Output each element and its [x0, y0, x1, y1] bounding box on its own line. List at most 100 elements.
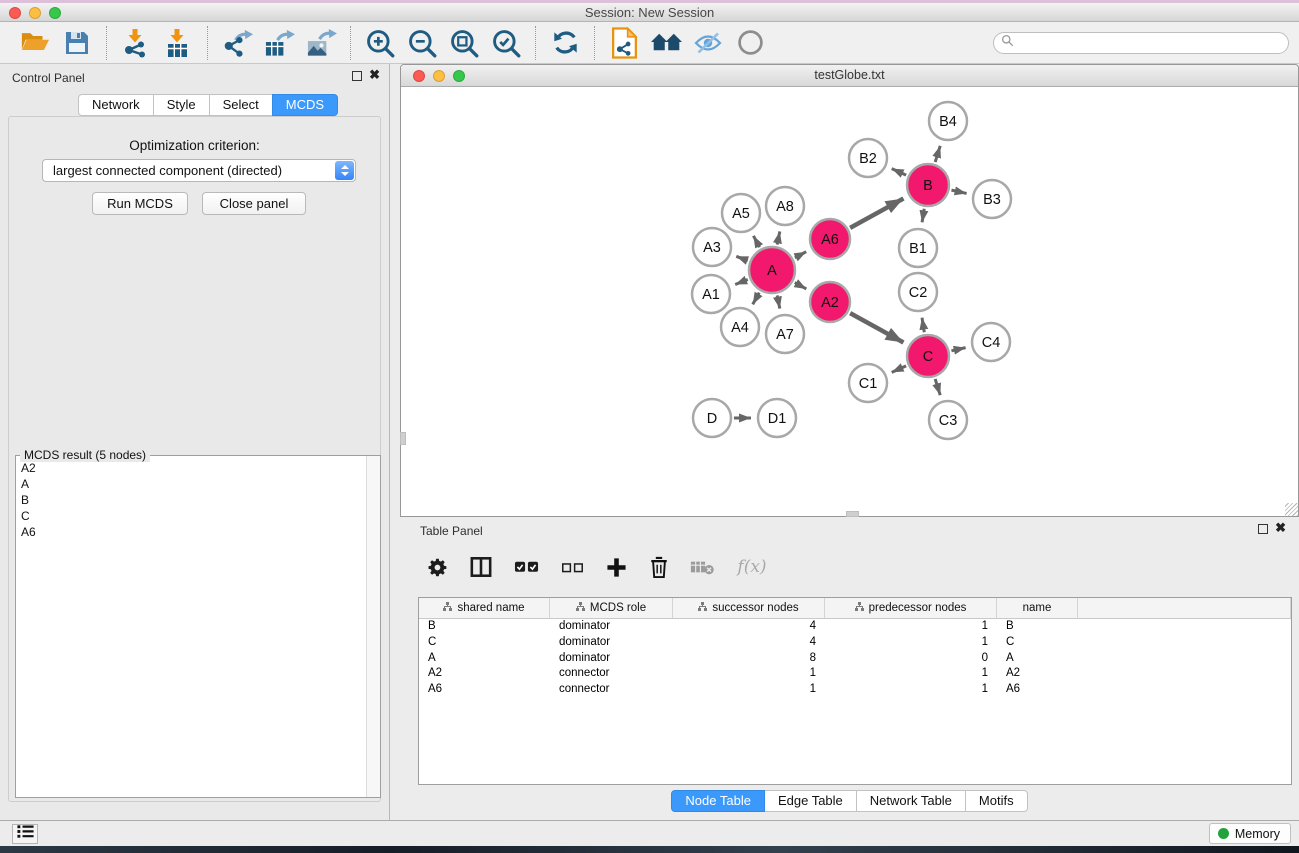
delete-column-icon[interactable] — [646, 553, 672, 581]
mcds-result-scrollbar[interactable] — [366, 456, 380, 797]
table-cell[interactable]: A2 — [419, 666, 550, 682]
table-cell[interactable]: 1 — [825, 635, 997, 651]
table-cell[interactable]: 1 — [825, 619, 997, 635]
float-panel-icon[interactable] — [352, 71, 362, 81]
tab-select[interactable]: Select — [209, 94, 273, 116]
mcds-result-item[interactable]: B — [17, 492, 365, 508]
table-cell[interactable]: C — [419, 635, 550, 651]
tab-style[interactable]: Style — [153, 94, 210, 116]
task-history-button[interactable] — [12, 824, 38, 844]
delete-table-icon[interactable] — [689, 553, 715, 581]
export-table-icon[interactable] — [258, 24, 300, 62]
table-row[interactable]: A2connector11A2 — [419, 666, 1291, 682]
table-cell[interactable]: connector — [550, 682, 673, 698]
table-row[interactable]: Bdominator41B — [419, 619, 1291, 635]
table-cell[interactable]: 1 — [673, 682, 825, 698]
network-canvas[interactable]: B4B2BB3B1A5A8A6A3AA1C2A2A4A7C4CC1DD1C3 — [401, 87, 1298, 516]
column-header-predecessor-nodes[interactable]: predecessor nodes — [825, 598, 997, 618]
search-box[interactable] — [993, 32, 1289, 54]
tab-mcds[interactable]: MCDS — [272, 94, 338, 116]
table-cell[interactable]: A2 — [997, 666, 1078, 682]
network-window-title: testGlobe.txt — [401, 68, 1298, 82]
tab-node-table[interactable]: Node Table — [671, 790, 765, 812]
table-cell[interactable]: 1 — [825, 666, 997, 682]
hide-selected-icon[interactable] — [687, 24, 729, 62]
new-network-from-selection-icon[interactable] — [603, 24, 645, 62]
table-cell[interactable]: dominator — [550, 651, 673, 667]
table-cell[interactable]: C — [997, 635, 1078, 651]
network-window-titlebar[interactable]: testGlobe.txt — [401, 65, 1298, 87]
tab-network[interactable]: Network — [78, 94, 154, 116]
table-cell[interactable]: B — [997, 619, 1078, 635]
show-all-icon[interactable] — [729, 24, 771, 62]
column-header-shared-name[interactable]: shared name — [419, 598, 550, 618]
table-cell[interactable]: 1 — [825, 682, 997, 698]
column-type-icon — [698, 602, 707, 614]
mcds-result-item[interactable]: A2 — [17, 460, 365, 476]
table-cell[interactable]: 4 — [673, 635, 825, 651]
select-all-rows-icon[interactable] — [511, 553, 541, 581]
column-header-MCDS-role[interactable]: MCDS role — [550, 598, 673, 618]
graph-node-label-A5: A5 — [732, 206, 750, 222]
column-header-label: predecessor nodes — [869, 602, 967, 614]
table-cell[interactable]: 8 — [673, 651, 825, 667]
open-session-icon[interactable] — [14, 24, 56, 62]
first-neighbors-icon[interactable] — [645, 24, 687, 62]
table-close-panel-icon[interactable]: ✖ — [1275, 521, 1286, 535]
tab-motifs[interactable]: Motifs — [965, 790, 1028, 812]
table-cell[interactable]: A — [419, 651, 550, 667]
table-row[interactable]: Adominator80A — [419, 651, 1291, 667]
memory-button[interactable]: Memory — [1209, 823, 1291, 844]
close-panel-icon[interactable]: ✖ — [369, 68, 380, 82]
graph-edge-A-A2 — [795, 283, 807, 289]
run-mcds-button[interactable]: Run MCDS — [92, 192, 188, 215]
export-network-icon[interactable] — [216, 24, 258, 62]
toolbar-separator — [535, 26, 536, 60]
table-cell[interactable]: A6 — [997, 682, 1078, 698]
settings-gear-icon[interactable] — [425, 553, 451, 581]
zoom-selected-icon[interactable] — [485, 24, 527, 62]
table-cell[interactable]: A — [997, 651, 1078, 667]
zoom-in-icon[interactable] — [359, 24, 401, 62]
refresh-layout-icon[interactable] — [544, 24, 586, 62]
mcds-result-item[interactable]: C — [17, 508, 365, 524]
table-cell[interactable]: dominator — [550, 619, 673, 635]
deselect-all-rows-icon[interactable] — [558, 553, 586, 581]
memory-status-icon — [1218, 828, 1229, 839]
column-header-name[interactable]: name — [997, 598, 1078, 618]
import-network-icon[interactable] — [115, 24, 157, 62]
table-cell[interactable]: connector — [550, 666, 673, 682]
graph-edge-C-C1 — [892, 366, 906, 372]
function-builder-icon[interactable]: f(x) — [732, 553, 772, 581]
zoom-out-icon[interactable] — [401, 24, 443, 62]
table-cell[interactable]: 0 — [825, 651, 997, 667]
show-columns-icon[interactable] — [468, 553, 494, 581]
table-row[interactable]: A6connector11A6 — [419, 682, 1291, 698]
graph-node-label-C2: C2 — [909, 285, 928, 301]
network-resize-grip[interactable] — [1285, 503, 1298, 516]
mcds-result-item[interactable]: A6 — [17, 524, 365, 540]
export-image-icon[interactable] — [300, 24, 342, 62]
table-row[interactable]: Cdominator41C — [419, 635, 1291, 651]
tab-network-table[interactable]: Network Table — [856, 790, 966, 812]
table-cell[interactable]: B — [419, 619, 550, 635]
save-session-icon[interactable] — [56, 24, 98, 62]
criterion-dropdown[interactable]: largest connected component (directed) — [42, 159, 356, 182]
mcds-result-list[interactable]: A2ABCA6 — [17, 460, 365, 796]
add-column-icon[interactable] — [603, 553, 629, 581]
import-table-icon[interactable] — [157, 24, 199, 62]
mcds-result-item[interactable]: A — [17, 476, 365, 492]
graph-node-label-A: A — [767, 263, 777, 279]
table-float-panel-icon[interactable] — [1258, 524, 1268, 534]
graph-edge-A-A6 — [795, 252, 806, 258]
close-panel-button[interactable]: Close panel — [202, 192, 306, 215]
table-cell[interactable]: A6 — [419, 682, 550, 698]
table-cell[interactable]: 1 — [673, 666, 825, 682]
zoom-fit-icon[interactable] — [443, 24, 485, 62]
table-cell[interactable]: 4 — [673, 619, 825, 635]
network-vertical-scroll-thumb[interactable] — [400, 432, 406, 445]
tab-edge-table[interactable]: Edge Table — [764, 790, 857, 812]
column-header-successor-nodes[interactable]: successor nodes — [673, 598, 825, 618]
table-cell[interactable]: dominator — [550, 635, 673, 651]
search-input[interactable] — [1018, 34, 1288, 52]
